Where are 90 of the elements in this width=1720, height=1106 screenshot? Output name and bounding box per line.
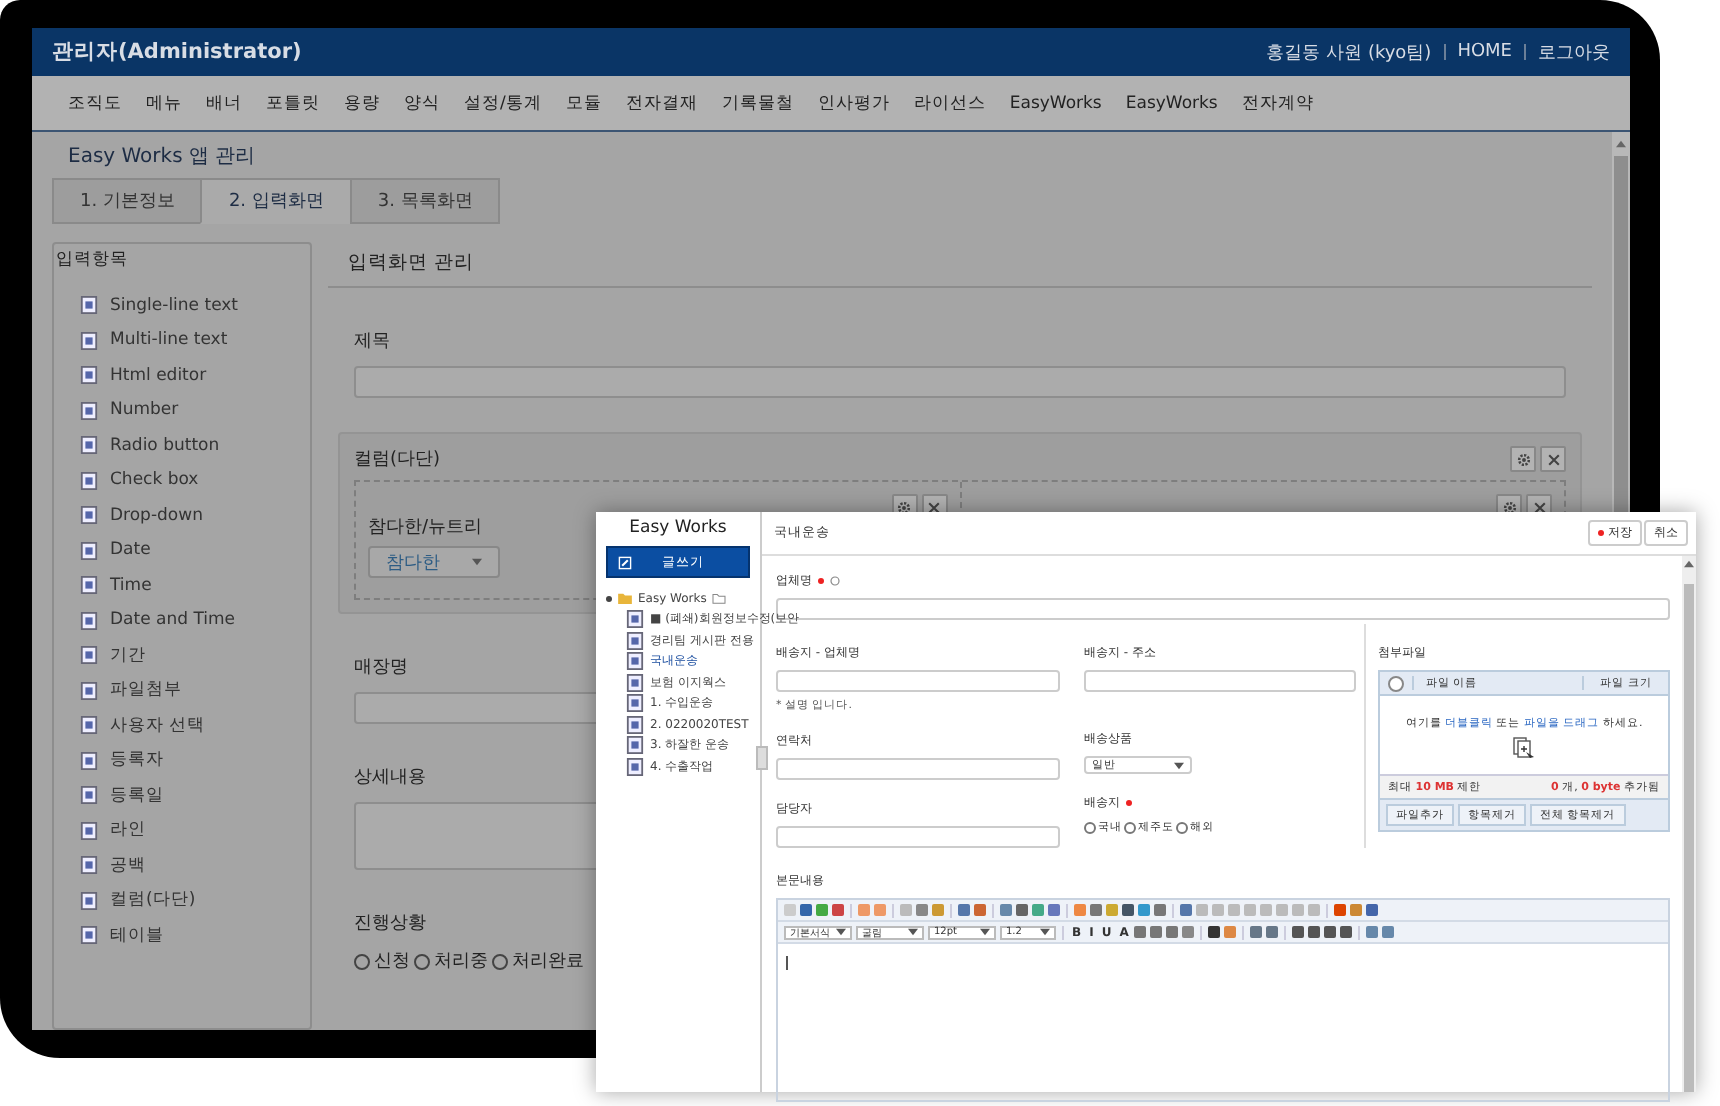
palette-item[interactable]: Single-line text bbox=[110, 295, 239, 316]
field-label: 진행상황 bbox=[354, 912, 426, 936]
palette-item[interactable]: 테이블 bbox=[110, 923, 164, 948]
field-label: 참다한/뉴트리 bbox=[368, 516, 483, 540]
sidebar-title: Easy Works bbox=[627, 518, 729, 538]
palette-item[interactable]: 등록자 bbox=[110, 748, 164, 773]
palette-item[interactable]: 등록일 bbox=[110, 783, 164, 808]
radio-label: 처리중 bbox=[434, 950, 488, 974]
field-label: 제목 bbox=[354, 330, 390, 354]
nav-item[interactable]: 조직도 bbox=[68, 91, 122, 115]
caret-icon bbox=[908, 928, 918, 936]
app-title: 관리자(Administrator) bbox=[52, 38, 304, 66]
close-button[interactable] bbox=[1540, 446, 1566, 472]
tab[interactable]: 1. 기본정보 bbox=[52, 178, 203, 224]
palette-item[interactable]: Date and Time bbox=[110, 610, 236, 631]
radio-label: 신청 bbox=[374, 950, 410, 974]
panel-title: 입력항목 bbox=[54, 248, 130, 272]
radio-button[interactable] bbox=[1084, 821, 1096, 833]
caret-icon bbox=[472, 558, 482, 566]
scroll-up-icon[interactable] bbox=[1684, 560, 1694, 568]
text-field[interactable] bbox=[776, 670, 1060, 692]
nav-item[interactable]: 전자계약 bbox=[1241, 91, 1314, 115]
nav-item[interactable]: 모듈 bbox=[565, 91, 602, 115]
select-all-checkbox[interactable] bbox=[1388, 675, 1404, 691]
file-drop-icon bbox=[1512, 736, 1536, 760]
nav-item[interactable]: 기록물철 bbox=[721, 91, 794, 115]
close-icon bbox=[1545, 451, 1561, 467]
palette-item[interactable]: 컬럼(다단) bbox=[110, 888, 196, 913]
field-label: 매장명 bbox=[354, 656, 408, 680]
folder-icon bbox=[712, 592, 727, 605]
nav-item[interactable]: 라이선스 bbox=[913, 91, 986, 115]
nav-item[interactable]: 인사평가 bbox=[817, 91, 890, 115]
expand-icon[interactable] bbox=[606, 595, 612, 602]
palette-item[interactable]: Number bbox=[110, 400, 179, 421]
radio-button[interactable] bbox=[414, 953, 430, 969]
palette-item[interactable]: Radio button bbox=[110, 435, 220, 456]
header-link[interactable]: 로그아웃 bbox=[1538, 39, 1610, 65]
user-name: 홍길동 사원 (kyo팀) bbox=[1266, 41, 1432, 65]
nav-item[interactable]: 배너 bbox=[206, 91, 242, 115]
text-field[interactable] bbox=[1084, 670, 1356, 692]
scroll-up-icon[interactable] bbox=[1616, 140, 1626, 148]
palette-item[interactable]: 공백 bbox=[110, 853, 146, 878]
close-icon bbox=[926, 499, 942, 515]
caret-icon bbox=[980, 928, 990, 936]
nav-item[interactable]: 용량 bbox=[344, 91, 380, 115]
palette-item[interactable]: Multi-line text bbox=[110, 330, 228, 351]
radio-button[interactable] bbox=[1176, 821, 1188, 833]
scrollbar[interactable] bbox=[1682, 556, 1696, 1092]
info-icon bbox=[830, 576, 840, 586]
palette-item[interactable]: 파일첨부 bbox=[110, 678, 182, 703]
nav-item[interactable]: EasyWorks bbox=[1125, 93, 1218, 113]
palette-item[interactable]: Drop-down bbox=[110, 505, 203, 526]
tab[interactable]: 3. 목록화면 bbox=[349, 178, 501, 224]
settings-button[interactable] bbox=[1510, 446, 1536, 472]
text-field[interactable] bbox=[776, 826, 1060, 848]
palette-item[interactable]: 사용자 선택 bbox=[110, 713, 206, 738]
field-label: 상세내용 bbox=[354, 766, 426, 790]
edit-icon bbox=[618, 555, 632, 569]
palette-item[interactable]: Time bbox=[110, 575, 152, 596]
nav-item[interactable]: 메뉴 bbox=[146, 91, 182, 115]
nav-item[interactable]: 설정/통계 bbox=[464, 91, 542, 115]
radio-label: 처리완료 bbox=[512, 950, 584, 974]
caret-icon bbox=[1040, 928, 1050, 936]
text-field[interactable] bbox=[776, 758, 1060, 780]
radio-button[interactable] bbox=[492, 953, 508, 969]
caret-icon bbox=[1174, 761, 1184, 769]
palette-item[interactable]: 기간 bbox=[110, 643, 146, 668]
caret-icon bbox=[836, 928, 846, 936]
page-title: Easy Works 앱 관리 bbox=[66, 144, 258, 172]
nav-item[interactable]: 전자결재 bbox=[625, 91, 698, 115]
collapse-handle[interactable] bbox=[756, 746, 768, 770]
gear-icon bbox=[896, 499, 912, 515]
nav-item[interactable]: EasyWorks bbox=[1009, 93, 1102, 113]
palette-item[interactable]: Check box bbox=[110, 470, 199, 491]
palette-item[interactable]: Html editor bbox=[110, 365, 207, 386]
folder-icon bbox=[618, 592, 632, 605]
panel-title: 입력화면 관리 bbox=[328, 242, 1592, 288]
text-field[interactable] bbox=[354, 366, 1566, 398]
palette-item[interactable]: Date bbox=[110, 540, 151, 561]
header-link[interactable]: HOME bbox=[1457, 42, 1512, 62]
radio-button[interactable] bbox=[354, 953, 370, 969]
palette-item[interactable]: 라인 bbox=[110, 818, 146, 843]
nav-item[interactable]: 포틀릿 bbox=[266, 91, 320, 115]
gear-icon bbox=[1515, 451, 1531, 467]
nav-item[interactable]: 양식 bbox=[404, 91, 440, 115]
tab[interactable]: 2. 입력화면 bbox=[200, 178, 352, 224]
close-icon bbox=[1531, 499, 1547, 515]
radio-button[interactable] bbox=[1124, 821, 1136, 833]
gear-icon bbox=[1501, 499, 1517, 515]
section-title: 컬럼(다단) bbox=[354, 448, 441, 472]
